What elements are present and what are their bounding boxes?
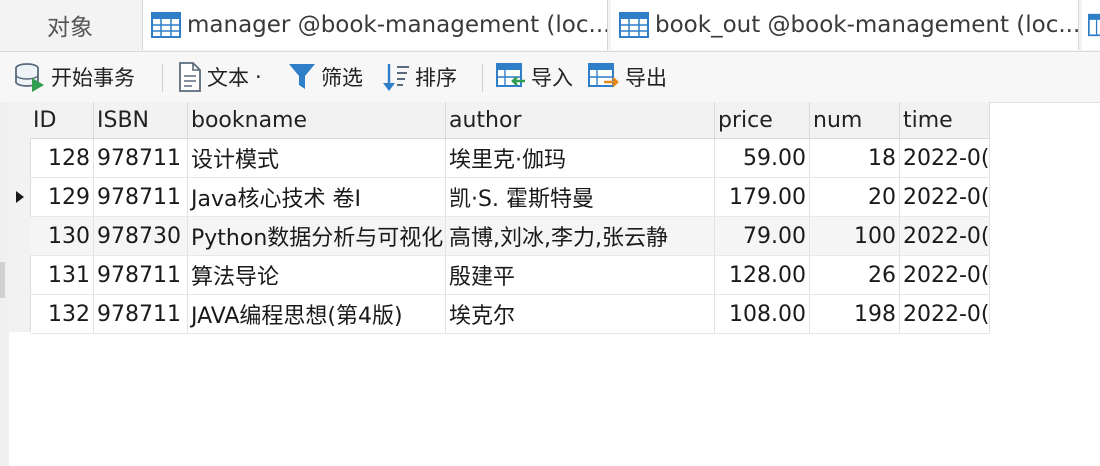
cell-num[interactable]: 18 — [810, 139, 900, 177]
cell-time[interactable]: 2022-0( — [900, 295, 990, 333]
grid-header: ID ISBN bookname author price num time — [30, 102, 990, 139]
document-icon — [179, 62, 201, 92]
export-label: 导出 — [625, 66, 667, 90]
tab-manager[interactable]: manager @book-management (loc... — [142, 0, 608, 50]
cell-bookname[interactable]: JAVA编程思想(第4版) — [188, 295, 446, 333]
cell-isbn[interactable]: 978730 — [94, 217, 188, 255]
cell-id[interactable]: 129 — [30, 178, 94, 216]
cell-price[interactable]: 59.00 — [715, 139, 810, 177]
cell-isbn[interactable]: 978711 — [94, 295, 188, 333]
data-grid: ID ISBN bookname author price num time 1… — [0, 102, 1100, 466]
cell-author[interactable]: 高博,刘冰,李力,张云静 — [446, 217, 715, 255]
table-icon — [151, 12, 181, 38]
cell-num[interactable]: 20 — [810, 178, 900, 216]
cell-isbn[interactable]: 978711 — [94, 256, 188, 294]
cell-time[interactable]: 2022-0( — [900, 178, 990, 216]
import-icon — [496, 63, 525, 87]
cell-price[interactable]: 108.00 — [715, 295, 810, 333]
tab-objects[interactable]: 对象 — [0, 0, 140, 50]
column-header-price[interactable]: price — [715, 102, 810, 138]
row-indicator-column — [9, 102, 31, 332]
text-dropdown-indicator[interactable]: · — [255, 65, 262, 89]
table-icon — [619, 12, 649, 38]
cell-price[interactable]: 128.00 — [715, 256, 810, 294]
begin-transaction-button[interactable]: 开始事务 — [14, 60, 135, 94]
cell-bookname[interactable]: Java核心技术 卷I — [188, 178, 446, 216]
filter-button[interactable]: 筛选 — [288, 60, 363, 94]
filter-label: 筛选 — [321, 66, 363, 90]
table-row[interactable]: 131 978711 算法导论 殷建平 128.00 26 2022-0( — [30, 256, 990, 295]
sort-button[interactable]: 排序 — [382, 60, 457, 94]
tab-book-out[interactable]: book_out @book-management (loc... — [611, 0, 1079, 50]
cell-id[interactable]: 130 — [30, 217, 94, 255]
table-row[interactable]: 129 978711 Java核心技术 卷I 凯·S. 霍斯特曼 179.00 … — [30, 178, 990, 217]
cell-author[interactable]: 埃里克·伽玛 — [446, 139, 715, 177]
cell-isbn[interactable]: 978711 — [94, 139, 188, 177]
column-header-author[interactable]: author — [446, 102, 715, 138]
export-button[interactable]: 导出 — [588, 60, 667, 94]
column-header-id[interactable]: ID — [30, 102, 94, 138]
column-header-bookname[interactable]: bookname — [188, 102, 446, 138]
database-transaction-icon — [15, 63, 44, 92]
cell-author[interactable]: 埃克尔 — [446, 295, 715, 333]
current-row-indicator-icon — [9, 178, 30, 216]
tab-manager-label: manager @book-management (loc... — [187, 12, 607, 38]
cell-bookname[interactable]: 算法导论 — [188, 256, 446, 294]
cell-id[interactable]: 128 — [30, 139, 94, 177]
tab-bar: 对象 manager @book-management (loc... book… — [0, 0, 1100, 52]
column-header-num[interactable]: num — [810, 102, 900, 138]
filter-icon — [289, 64, 315, 89]
import-label: 导入 — [531, 66, 573, 90]
sort-label: 排序 — [415, 66, 457, 90]
cell-price[interactable]: 179.00 — [715, 178, 810, 216]
cell-time[interactable]: 2022-0( — [900, 256, 990, 294]
table-row[interactable]: 128 978711 设计模式 埃里克·伽玛 59.00 18 2022-0( — [30, 139, 990, 178]
export-icon — [588, 63, 619, 87]
import-button[interactable]: 导入 — [496, 60, 573, 94]
text-view-button[interactable]: 文本 · — [178, 60, 262, 94]
cell-isbn[interactable]: 978711 — [94, 178, 188, 216]
cell-bookname[interactable]: Python数据分析与可视化 — [188, 217, 446, 255]
cell-num[interactable]: 198 — [810, 295, 900, 333]
cell-num[interactable]: 26 — [810, 256, 900, 294]
toolbar-divider — [482, 64, 483, 92]
table-row[interactable]: 132 978711 JAVA编程思想(第4版) 埃克尔 108.00 198 … — [30, 295, 990, 334]
left-margin — [0, 102, 9, 466]
tab-overflow[interactable] — [1082, 0, 1100, 50]
table-row[interactable]: 130 978730 Python数据分析与可视化 高博,刘冰,李力,张云静 7… — [30, 217, 990, 256]
cell-id[interactable]: 131 — [30, 256, 94, 294]
cell-id[interactable]: 132 — [30, 295, 94, 333]
begin-transaction-label: 开始事务 — [51, 66, 135, 90]
cell-bookname[interactable]: 设计模式 — [188, 139, 446, 177]
toolbar: 开始事务 文本 · 筛选 排序 导入 导出 — [0, 52, 1100, 103]
sort-icon — [383, 64, 409, 91]
cell-author[interactable]: 殷建平 — [446, 256, 715, 294]
table-icon — [1088, 13, 1100, 37]
cell-time[interactable]: 2022-0( — [900, 217, 990, 255]
column-header-isbn[interactable]: ISBN — [94, 102, 188, 138]
column-header-time[interactable]: time — [900, 102, 990, 138]
cell-price[interactable]: 79.00 — [715, 217, 810, 255]
tab-book-out-label: book_out @book-management (loc... — [655, 12, 1078, 38]
cell-author[interactable]: 凯·S. 霍斯特曼 — [446, 178, 715, 216]
toolbar-divider — [162, 64, 163, 92]
cell-num[interactable]: 100 — [810, 217, 900, 255]
text-view-label: 文本 — [207, 66, 249, 90]
tab-objects-label: 对象 — [47, 15, 93, 41]
cell-time[interactable]: 2022-0( — [900, 139, 990, 177]
resize-handle[interactable] — [0, 262, 5, 298]
